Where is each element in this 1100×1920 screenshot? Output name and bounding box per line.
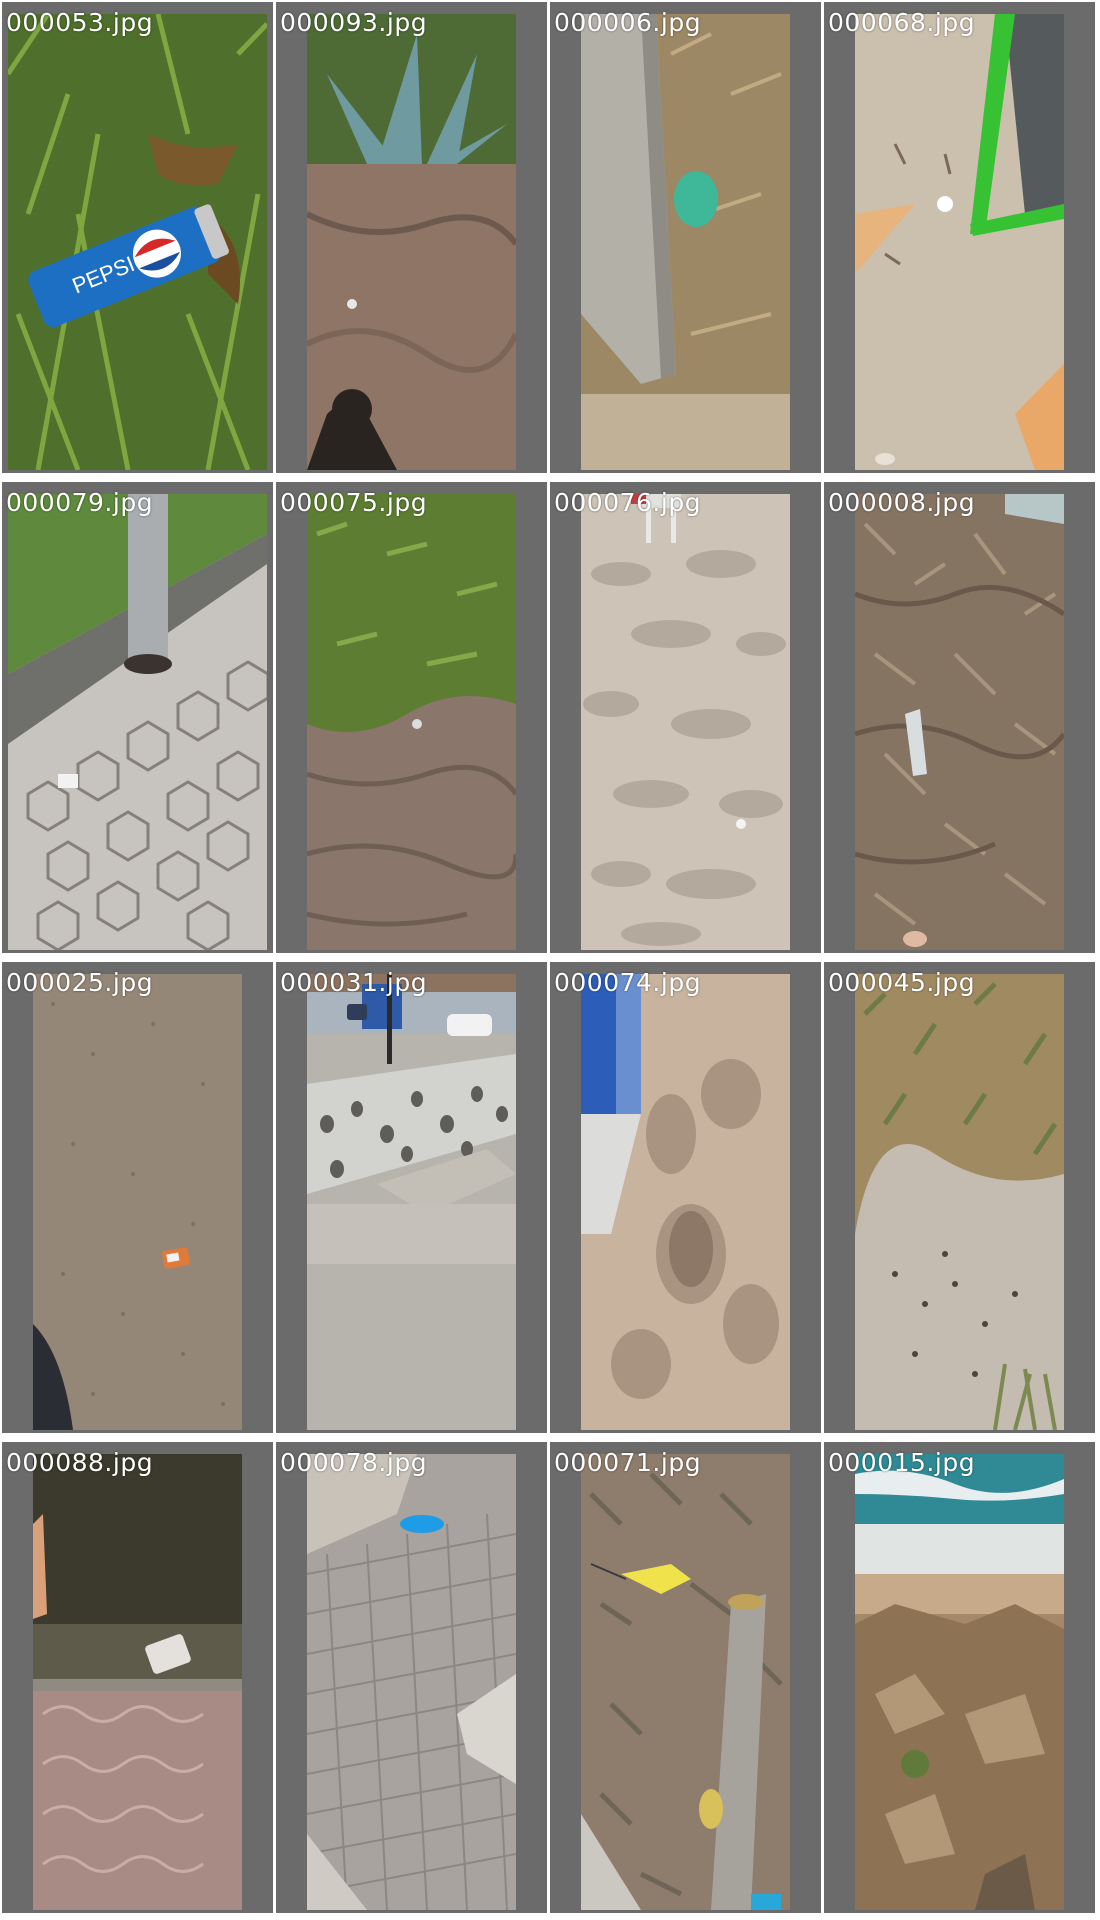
thumbnail-image[interactable]	[307, 1454, 516, 1910]
thumbnail-image[interactable]	[33, 974, 242, 1430]
filename-label: 000078.jpg	[280, 1448, 428, 1477]
grid-cell[interactable]: 000075.jpg	[276, 482, 547, 953]
thumbnail-image[interactable]	[307, 494, 516, 950]
thumbnail-image[interactable]: PEPSI	[8, 14, 267, 470]
filename-label: 000025.jpg	[6, 968, 154, 997]
thumbnail-image[interactable]	[581, 494, 790, 950]
thumbnail-image[interactable]	[307, 14, 516, 470]
thumbnail-image[interactable]	[581, 974, 790, 1430]
grid-cell[interactable]: 000076.jpg	[550, 482, 821, 953]
filename-label: 000045.jpg	[828, 968, 976, 997]
thumbnail-image[interactable]	[855, 14, 1064, 470]
filename-label: 000053.jpg	[6, 8, 154, 37]
filename-label: 000076.jpg	[554, 488, 702, 517]
filename-label: 000006.jpg	[554, 8, 702, 37]
thumbnail-image[interactable]	[855, 974, 1064, 1430]
filename-label: 000074.jpg	[554, 968, 702, 997]
thumbnail-image[interactable]	[8, 494, 267, 950]
thumbnail-image[interactable]	[307, 974, 516, 1430]
thumbnail-image[interactable]	[855, 494, 1064, 950]
grid-cell[interactable]: 000088.jpg	[2, 1442, 273, 1913]
filename-label: 000093.jpg	[280, 8, 428, 37]
filename-label: 000068.jpg	[828, 8, 976, 37]
grid-cell[interactable]: 000015.jpg	[824, 1442, 1095, 1913]
filename-label: 000008.jpg	[828, 488, 976, 517]
thumbnail-image[interactable]	[581, 1454, 790, 1910]
filename-label: 000075.jpg	[280, 488, 428, 517]
filename-label: 000079.jpg	[6, 488, 154, 517]
filename-label: 000031.jpg	[280, 968, 428, 997]
grid-cell[interactable]: PEPSI 000053.jpg	[2, 2, 273, 473]
grid-cell[interactable]: 000071.jpg	[550, 1442, 821, 1913]
filename-label: 000015.jpg	[828, 1448, 976, 1477]
grid-cell[interactable]: 000074.jpg	[550, 962, 821, 1433]
thumbnail-image[interactable]	[855, 1454, 1064, 1910]
grid-cell[interactable]: 000008.jpg	[824, 482, 1095, 953]
image-grid: PEPSI 000053.jpg 000093.jpg 000006.jpg 0…	[0, 0, 1100, 1920]
filename-label: 000071.jpg	[554, 1448, 702, 1477]
grid-cell[interactable]: 000079.jpg	[2, 482, 273, 953]
filename-label: 000088.jpg	[6, 1448, 154, 1477]
grid-cell[interactable]: 000031.jpg	[276, 962, 547, 1433]
thumbnail-image[interactable]	[581, 14, 790, 470]
grid-cell[interactable]: 000045.jpg	[824, 962, 1095, 1433]
grid-cell[interactable]: 000078.jpg	[276, 1442, 547, 1913]
grid-cell[interactable]: 000006.jpg	[550, 2, 821, 473]
grid-cell[interactable]: 000093.jpg	[276, 2, 547, 473]
grid-cell[interactable]: 000068.jpg	[824, 2, 1095, 473]
thumbnail-image[interactable]	[33, 1454, 242, 1910]
grid-cell[interactable]: 000025.jpg	[2, 962, 273, 1433]
